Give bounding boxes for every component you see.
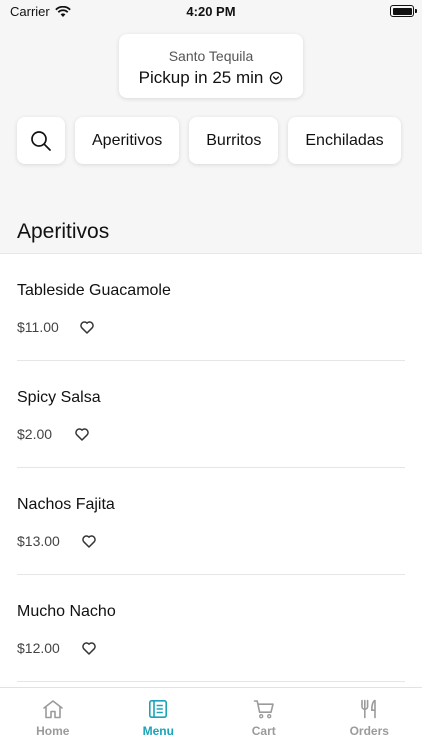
tab-home[interactable]: Home — [0, 688, 106, 750]
search-icon — [31, 130, 51, 151]
item-name: Spicy Salsa — [17, 389, 101, 406]
item-name: Mucho Nacho — [17, 603, 116, 620]
tab-label: Cart — [251, 724, 276, 738]
cart-icon — [253, 700, 274, 719]
tab-cart[interactable]: Cart — [211, 688, 317, 750]
category-burritos[interactable]: Burritos — [189, 117, 279, 164]
tab-menu[interactable]: Menu — [106, 688, 212, 750]
pickup-row: Pickup in 25 min — [119, 68, 303, 88]
pickup-time: Pickup in 25 min — [138, 68, 264, 87]
tab-bar: Home Menu Cart Orders — [0, 687, 422, 750]
fork-knife-icon — [361, 699, 377, 719]
home-icon — [42, 700, 63, 719]
tab-label: Orders — [349, 724, 389, 738]
tab-orders[interactable]: Orders — [317, 688, 422, 750]
heart-icon[interactable] — [74, 426, 90, 442]
menu-item[interactable]: Nachos Fajita $13.00 — [17, 468, 405, 575]
status-bar: Carrier 4:20 PM — [0, 0, 422, 22]
menu-item[interactable]: Tableside Guacamole $11.00 — [17, 254, 405, 361]
category-enchiladas[interactable]: Enchiladas — [288, 117, 401, 164]
item-price: $2.00 — [17, 426, 53, 442]
menu-list: Tableside Guacamole $11.00 Spicy Salsa $… — [0, 253, 422, 687]
item-name: Nachos Fajita — [17, 496, 115, 513]
heart-icon[interactable] — [81, 640, 97, 656]
heart-icon[interactable] — [81, 533, 97, 549]
store-pickup-card[interactable]: Santo Tequila Pickup in 25 min — [119, 34, 303, 98]
category-aperitivos[interactable]: Aperitivos — [75, 117, 180, 164]
item-price: $13.00 — [17, 533, 60, 549]
heart-icon[interactable] — [79, 319, 95, 335]
item-price: $11.00 — [17, 319, 59, 335]
tab-label: Home — [36, 724, 70, 738]
search-button[interactable] — [17, 117, 65, 164]
menu-item[interactable]: Mucho Nacho $12.00 — [17, 575, 405, 682]
battery-icon — [390, 5, 417, 17]
store-name: Santo Tequila — [168, 48, 254, 64]
item-name: Tableside Guacamole — [17, 282, 171, 299]
tab-label: Menu — [142, 724, 174, 738]
status-time: 4:20 PM — [186, 4, 236, 19]
section-title: Aperitivos — [17, 220, 110, 243]
category-bar: Aperitivos Burritos Enchiladas — [17, 117, 401, 164]
menu-item[interactable]: Spicy Salsa $2.00 — [17, 361, 405, 468]
item-price: $12.00 — [17, 640, 60, 656]
chevron-down-circle-icon — [270, 71, 283, 85]
menu-book-icon — [149, 699, 168, 718]
